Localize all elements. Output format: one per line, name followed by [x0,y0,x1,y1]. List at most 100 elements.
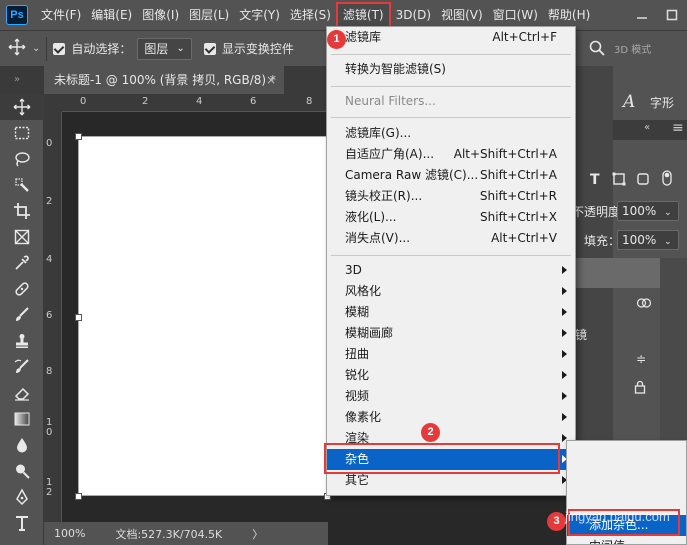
healing-brush-tool-icon[interactable] [0,276,44,302]
history-brush-tool-icon[interactable] [0,354,44,380]
filter-menu-stylize[interactable]: 风格化 [327,281,575,302]
opacity-field[interactable]: 100% ⌄ [617,201,679,221]
ruler-tick: 6 [250,96,257,107]
smart-object-filter-icon[interactable] [636,172,650,189]
move-tool-icon[interactable] [8,38,26,59]
menu-file[interactable]: 文件(F) [36,0,86,30]
fill-field[interactable]: 100% ⌄ [617,230,679,250]
search-icon[interactable] [588,39,606,60]
transform-handle[interactable] [75,133,82,140]
filter-menu-other[interactable]: 其它 [327,470,575,491]
filter-menu-3d[interactable]: 3D [327,260,575,281]
filter-menu-convert-smart[interactable]: 转换为智能滤镜(S) [327,59,575,80]
menu-item-label: 液化(L)... [345,210,397,224]
submenu-arrow-icon [562,308,567,316]
filter-menu-distort[interactable]: 扭曲 [327,344,575,365]
submenu-arrow-icon [562,371,567,379]
filter-menu-sharpen[interactable]: 锐化 [327,365,575,386]
clone-stamp-tool-icon[interactable] [0,328,44,354]
menu-filter[interactable]: 滤镜(T) [335,2,391,28]
filter-menu-last-filter[interactable]: 滤镜库 Alt+Ctrl+F [327,27,575,48]
ruler-left: 0 2 4 6 8 1 0 1 2 [44,112,62,522]
ruler-tick: 0 [80,96,87,107]
auto-select-label: 自动选择： [71,42,132,56]
watermark: jingyan.baidu.com [565,509,670,524]
filter-menu-filter-gallery[interactable]: 滤镜库(G)... [327,123,575,144]
glyphs-label[interactable]: 字形 [650,94,674,111]
move-tool-icon[interactable] [0,94,44,120]
crop-tool-icon[interactable] [0,198,44,224]
panel-menu-icon[interactable]: ≡ [672,120,684,136]
auto-select-checkbox[interactable] [53,42,66,55]
menu-layer[interactable]: 图层(L) [184,0,234,30]
window-controls [627,0,687,30]
filter-menu-render[interactable]: 渲染 [327,428,575,449]
filter-menu-liquify[interactable]: 液化(L)... Shift+Ctrl+X [327,207,575,228]
filter-menu-pixelate[interactable]: 像素化 [327,407,575,428]
menu-item-label: 模糊 [345,305,370,319]
chevron-down-icon: ⌄ [664,208,672,218]
marquee-tool-icon[interactable] [0,120,44,146]
minimize-icon[interactable] [627,0,657,30]
ruler-tick: 0 [46,138,53,149]
gradient-tool-icon[interactable] [0,406,44,432]
document-tab[interactable]: 未标题-1 @ 100% (背景 拷贝, RGB/8) * × [44,66,284,94]
auto-select-value: 图层 [144,42,169,56]
chevron-down-icon: ⌄ [176,43,185,54]
maximize-icon[interactable] [657,0,687,30]
panel-collapse-grip[interactable]: » [0,66,44,94]
filter-menu-blur-gallery[interactable]: 模糊画廊 [327,323,575,344]
document-canvas[interactable] [78,136,328,496]
menu-item-shortcut: Shift+Ctrl+X [480,210,557,224]
tools-panel [0,94,44,545]
quick-selection-tool-icon[interactable] [0,172,44,198]
brush-tool-icon[interactable] [0,302,44,328]
menu-divider [331,117,571,118]
ruler-tick: 8 [306,96,313,107]
glyphs-icon[interactable]: A [623,92,635,112]
filter-toggle-icon[interactable] [662,170,672,189]
transform-handle[interactable] [75,314,82,321]
submenu-arrow-icon [562,329,567,337]
chevron-right-icon[interactable]: 〉 [252,526,263,542]
collapse-icon[interactable]: « [644,122,650,133]
menu-item-shortcut: Shift+Ctrl+A [480,168,557,182]
eyedropper-tool-icon[interactable] [0,250,44,276]
auto-select-dropdown[interactable]: 图层 ⌄ [137,37,192,60]
submenu-arrow-icon [562,413,567,421]
show-transform-checkbox[interactable] [203,42,216,55]
eraser-tool-icon[interactable] [0,380,44,406]
filter-menu-noise[interactable]: 杂色 [327,449,575,470]
dodge-tool-icon[interactable] [0,458,44,484]
blur-tool-icon[interactable] [0,432,44,458]
filter-menu-camera-raw[interactable]: Camera Raw 滤镜(C)... Shift+Ctrl+A [327,165,575,186]
shape-layer-filter-icon[interactable] [612,172,626,189]
menu-item-label: 渲染 [345,431,370,445]
filter-menu-blur[interactable]: 模糊 [327,302,575,323]
opacity-value: 100% [622,204,657,218]
menu-type[interactable]: 文字(Y) [234,0,285,30]
lasso-tool-icon[interactable] [0,146,44,172]
close-icon[interactable]: × [266,66,276,94]
menu-edit[interactable]: 编辑(E) [86,0,137,30]
submenu-arrow-icon [562,287,567,295]
smart-filter-icon[interactable] [636,296,652,313]
type-tool-icon[interactable] [0,510,44,536]
filter-menu-video[interactable]: 视频 [327,386,575,407]
chevron-down-icon[interactable]: ⌄ [32,43,40,54]
submenu-median[interactable]: 中间值... [567,536,686,544]
ruler-tick: 8 [46,366,53,377]
zoom-level[interactable]: 100% [54,527,85,540]
pen-tool-icon[interactable] [0,484,44,510]
transform-handle[interactable] [75,493,82,500]
menu-item-label: 扭曲 [345,347,370,361]
frame-tool-icon[interactable] [0,224,44,250]
filter-options-icon[interactable]: ≑ [636,352,646,366]
selected-layer-row[interactable] [575,258,660,288]
document-tab-title: 未标题-1 @ 100% (背景 拷贝, RGB/8) * [54,73,276,87]
filter-menu-vanishing-point[interactable]: 消失点(V)... Alt+Ctrl+V [327,228,575,249]
filter-menu-adaptive-wide-angle[interactable]: 自适应广角(A)... Alt+Shift+Ctrl+A [327,144,575,165]
filter-menu-lens-correction[interactable]: 镜头校正(R)... Shift+Ctrl+R [327,186,575,207]
menu-image[interactable]: 图像(I) [137,0,184,30]
type-layer-filter-icon[interactable]: T [590,172,600,188]
